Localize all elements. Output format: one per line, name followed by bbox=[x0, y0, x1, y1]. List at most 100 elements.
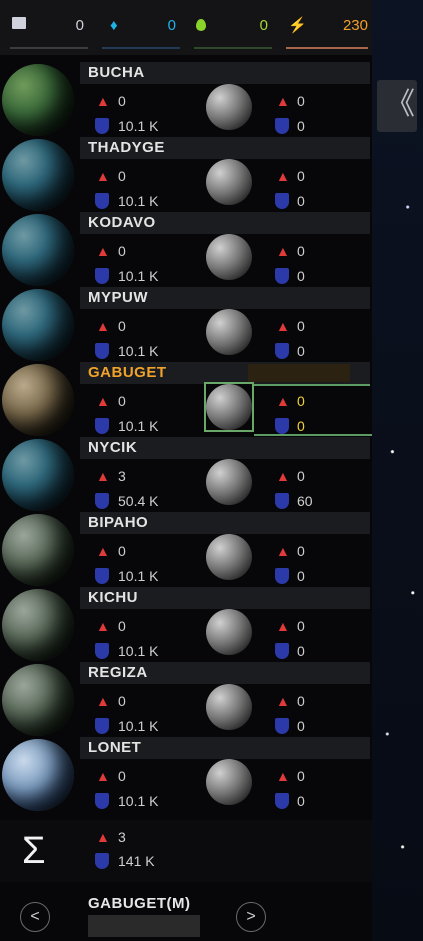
fleet-icon: ▲ bbox=[276, 243, 290, 259]
moon-fleet: 0 bbox=[297, 468, 305, 484]
shield-icon bbox=[275, 118, 289, 134]
planet-row[interactable]: GABUGET ▲ 0 10.1 K ▲ 0 0 bbox=[0, 362, 372, 437]
moon-thumbnail[interactable] bbox=[206, 459, 252, 505]
fleet-icon: ▲ bbox=[276, 168, 290, 184]
planet-name: NYCIK bbox=[88, 439, 138, 456]
planet-thumbnail[interactable] bbox=[2, 439, 74, 511]
moon-defense: 0 bbox=[297, 568, 305, 584]
moon-fleet: 0 bbox=[297, 93, 305, 109]
shield-icon bbox=[95, 193, 109, 209]
planet-thumbnail[interactable] bbox=[2, 364, 74, 436]
moon-thumbnail[interactable] bbox=[206, 759, 252, 805]
planet-defense: 10.1 K bbox=[118, 118, 159, 134]
space-background bbox=[372, 0, 423, 941]
shield-icon bbox=[95, 718, 109, 734]
planet-row[interactable]: THADYGE ▲ 0 10.1 K ▲ 0 0 bbox=[0, 137, 372, 212]
planet-defense: 10.1 K bbox=[118, 793, 159, 809]
planet-name-bar: BIPAHO bbox=[80, 512, 370, 534]
moon-defense: 0 bbox=[297, 118, 305, 134]
planet-thumbnail[interactable] bbox=[2, 214, 74, 286]
planet-fleet: 0 bbox=[118, 243, 126, 259]
shield-icon bbox=[275, 493, 289, 509]
shield-icon bbox=[275, 568, 289, 584]
planet-row[interactable]: BIPAHO ▲ 0 10.1 K ▲ 0 0 bbox=[0, 512, 372, 587]
moon-thumbnail[interactable] bbox=[206, 384, 252, 430]
book-icon bbox=[12, 17, 26, 29]
fleet-icon: ▲ bbox=[96, 829, 110, 845]
moon-thumbnail[interactable] bbox=[206, 534, 252, 580]
planet-name: MYPUW bbox=[88, 289, 148, 306]
fleet-icon: ▲ bbox=[276, 93, 290, 109]
planet-row[interactable]: KICHU ▲ 0 10.1 K ▲ 0 0 bbox=[0, 587, 372, 662]
planet-row[interactable]: MYPUW ▲ 0 10.1 K ▲ 0 0 bbox=[0, 287, 372, 362]
shield-icon bbox=[275, 643, 289, 659]
fleet-icon: ▲ bbox=[96, 243, 110, 259]
shield-icon bbox=[275, 793, 289, 809]
moon-fleet: 0 bbox=[297, 168, 305, 184]
moon-fleet: 0 bbox=[297, 618, 305, 634]
fleet-icon: ▲ bbox=[276, 318, 290, 334]
fleet-icon: ▲ bbox=[96, 618, 110, 634]
fleet-icon: ▲ bbox=[96, 543, 110, 559]
resource-energy: ⚡ 230 bbox=[276, 0, 372, 55]
fleet-icon: ▲ bbox=[96, 168, 110, 184]
moon-thumbnail[interactable] bbox=[206, 684, 252, 730]
resource-value: 0 bbox=[75, 17, 84, 34]
resource-crystal: ♦ 0 bbox=[92, 0, 184, 55]
planet-defense: 10.1 K bbox=[118, 568, 159, 584]
planet-row[interactable]: KODAVO ▲ 0 10.1 K ▲ 0 0 bbox=[0, 212, 372, 287]
totals-summary: Σ ▲ 3 141 K bbox=[0, 820, 372, 882]
resource-progress bbox=[286, 47, 368, 49]
fleet-icon: ▲ bbox=[96, 93, 110, 109]
planet-row[interactable]: BUCHA ▲ 0 10.1 K ▲ 0 0 bbox=[0, 62, 372, 137]
planet-name: GABUGET bbox=[88, 364, 167, 381]
planet-thumbnail[interactable] bbox=[2, 514, 74, 586]
planet-defense: 10.1 K bbox=[118, 718, 159, 734]
planet-fleet: 0 bbox=[118, 543, 126, 559]
total-fleet: 3 bbox=[118, 829, 126, 845]
moon-fleet: 0 bbox=[297, 768, 305, 784]
shield-icon bbox=[95, 418, 109, 434]
planet-fleet: 3 bbox=[118, 468, 126, 484]
planet-name-field[interactable] bbox=[88, 915, 200, 937]
planet-thumbnail[interactable] bbox=[2, 664, 74, 736]
planet-defense: 10.1 K bbox=[118, 193, 159, 209]
moon-thumbnail[interactable] bbox=[206, 309, 252, 355]
fleet-icon: ▲ bbox=[96, 318, 110, 334]
fleet-icon: ▲ bbox=[276, 543, 290, 559]
planet-fleet: 0 bbox=[118, 393, 126, 409]
collapse-panel-button[interactable]: 《 bbox=[377, 80, 417, 132]
moon-defense: 0 bbox=[297, 418, 305, 434]
resource-value: 0 bbox=[167, 17, 176, 34]
planet-fleet: 0 bbox=[118, 168, 126, 184]
planet-name-bar: KODAVO bbox=[80, 212, 370, 234]
planet-row[interactable]: LONET ▲ 0 10.1 K ▲ 0 0 bbox=[0, 737, 372, 812]
fleet-icon: ▲ bbox=[96, 393, 110, 409]
shield-icon bbox=[275, 343, 289, 359]
planet-thumbnail[interactable] bbox=[2, 289, 74, 361]
planet-name-bar: THADYGE bbox=[80, 137, 370, 159]
selection-line bbox=[254, 434, 372, 436]
resource-metal: 0 bbox=[0, 0, 92, 55]
planet-row[interactable]: REGIZA ▲ 0 10.1 K ▲ 0 0 bbox=[0, 662, 372, 737]
total-defense: 141 K bbox=[118, 853, 155, 869]
previous-planet-button[interactable]: < bbox=[20, 902, 50, 932]
lightning-icon: ⚡ bbox=[288, 17, 307, 34]
planet-thumbnail[interactable] bbox=[2, 139, 74, 211]
planet-thumbnail[interactable] bbox=[2, 64, 74, 136]
planet-thumbnail[interactable] bbox=[2, 589, 74, 661]
planet-row[interactable]: NYCIK ▲ 3 50.4 K ▲ 0 60 bbox=[0, 437, 372, 512]
planet-thumbnail[interactable] bbox=[2, 739, 74, 811]
moon-fleet: 0 bbox=[297, 243, 305, 259]
fleet-icon: ▲ bbox=[276, 768, 290, 784]
next-planet-button[interactable]: > bbox=[236, 902, 266, 932]
moon-defense: 0 bbox=[297, 343, 305, 359]
current-planet-name: GABUGET(M) bbox=[88, 895, 191, 912]
shield-icon bbox=[95, 793, 109, 809]
moon-thumbnail[interactable] bbox=[206, 159, 252, 205]
moon-defense: 0 bbox=[297, 643, 305, 659]
planet-fleet: 0 bbox=[118, 618, 126, 634]
moon-thumbnail[interactable] bbox=[206, 609, 252, 655]
moon-thumbnail[interactable] bbox=[206, 84, 252, 130]
moon-thumbnail[interactable] bbox=[206, 234, 252, 280]
